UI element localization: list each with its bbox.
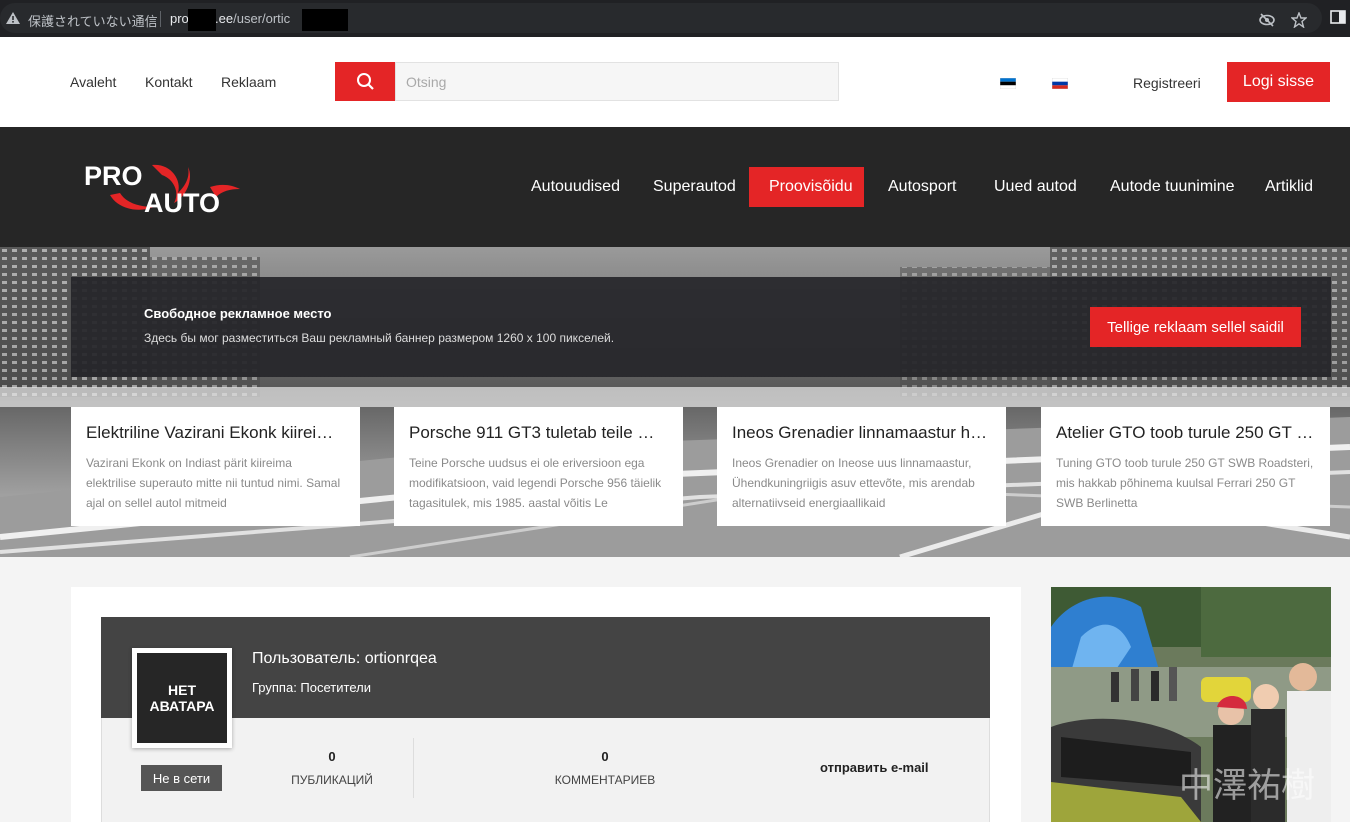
profile-header bbox=[101, 617, 990, 718]
nav-item-test-drives[interactable]: Proovisõidu bbox=[749, 167, 864, 207]
login-button[interactable]: Logi sisse bbox=[1227, 62, 1330, 102]
news-card[interactable]: Elektriline Vazirani Ekonk kiireim India… bbox=[71, 407, 360, 526]
bookmark-star-icon[interactable] bbox=[1291, 12, 1307, 28]
ad-banner: Свободное рекламное место Здесь бы мог р… bbox=[71, 277, 1331, 377]
stats-divider bbox=[413, 738, 414, 798]
ad-title: Свободное рекламное место bbox=[144, 306, 332, 321]
watermark: 中澤祐樹 bbox=[1179, 766, 1315, 806]
address-bar[interactable]: 保護されていない通信 pro o.ee/user/ortic bbox=[0, 3, 1322, 33]
eye-off-icon[interactable] bbox=[1259, 12, 1275, 28]
news-card-excerpt: Tuning GTO toob turule 250 GT SWB Roadst… bbox=[1056, 456, 1314, 510]
comments-count: 0 bbox=[601, 749, 609, 764]
url-separator bbox=[160, 11, 161, 27]
news-card[interactable]: Atelier GTO toob turule 250 GT SWB Tunin… bbox=[1041, 407, 1330, 526]
search-input[interactable] bbox=[395, 62, 839, 101]
no-avatar-placeholder: НЕТ АВАТАРА bbox=[137, 653, 227, 743]
news-card[interactable]: Porsche 911 GT3 tuletab teile meelde Tei… bbox=[394, 407, 683, 526]
warning-icon bbox=[6, 12, 20, 24]
russian-flag-icon[interactable] bbox=[1052, 78, 1068, 89]
news-card-title[interactable]: Porsche 911 GT3 tuletab teile meelde bbox=[409, 423, 668, 443]
top-link-contact[interactable]: Kontakt bbox=[145, 74, 192, 90]
posts-label: ПУБЛИКАЦИЙ bbox=[291, 773, 373, 787]
site-logo[interactable]: PRO AUTO bbox=[82, 157, 247, 218]
main-navigation: PRO AUTO Autouudised Superautod Proovisõ… bbox=[0, 127, 1350, 247]
logo-graphic: PRO AUTO bbox=[84, 161, 240, 218]
posts-count: 0 bbox=[328, 749, 336, 764]
sidebar-banner-image[interactable]: 中澤祐樹 bbox=[1051, 587, 1331, 822]
nav-item-motorsport[interactable]: Autosport bbox=[868, 167, 976, 207]
search-icon bbox=[357, 73, 374, 90]
status-badge: Не в сети bbox=[141, 765, 222, 791]
redaction bbox=[302, 9, 348, 31]
svg-text:AUTO: AUTO bbox=[144, 188, 220, 217]
ad-text: Здесь бы мог разместиться Ваш рекламный … bbox=[144, 331, 615, 345]
nav-item-car-news[interactable]: Autouudised bbox=[511, 167, 640, 207]
news-card-title[interactable]: Ineos Grenadier linnamaastur hakkab bbox=[732, 423, 991, 443]
send-email-link[interactable]: отправить e-mail bbox=[820, 760, 929, 775]
news-card-excerpt: Vazirani Ekonk on Indiast pärit kiireima… bbox=[86, 456, 341, 510]
news-card-title[interactable]: Elektriline Vazirani Ekonk kiireim India… bbox=[86, 423, 345, 443]
nav-item-articles[interactable]: Artiklid bbox=[1245, 167, 1333, 207]
comments-label: КОММЕНТАРИЕВ bbox=[554, 773, 656, 787]
news-card-excerpt: Teine Porsche uudsus ei ole eriversioon … bbox=[409, 456, 662, 510]
news-card-excerpt: Ineos Grenadier on Ineose uus linnamaast… bbox=[732, 456, 975, 510]
avatar: НЕТ АВАТАРА bbox=[132, 648, 232, 748]
side-panel-icon[interactable] bbox=[1330, 9, 1346, 25]
security-status[interactable]: 保護されていない通信 bbox=[28, 11, 158, 30]
hero-section: Свободное рекламное место Здесь бы мог р… bbox=[0, 247, 1350, 557]
top-link-advertising[interactable]: Reklaam bbox=[221, 74, 276, 90]
nav-item-tuning[interactable]: Autode tuunimine bbox=[1090, 167, 1255, 207]
redaction bbox=[188, 9, 216, 31]
profile-username: Пользователь: ortionrqea bbox=[252, 650, 437, 667]
svg-text:PRO: PRO bbox=[84, 161, 143, 191]
top-header: Avaleht Kontakt Reklaam Registreeri Logi… bbox=[0, 37, 1350, 127]
order-ad-button[interactable]: Tellige reklaam sellel saidil bbox=[1090, 307, 1301, 347]
news-card[interactable]: Ineos Grenadier linnamaastur hakkab Ineo… bbox=[717, 407, 1006, 526]
event-photo: 中澤祐樹 bbox=[1051, 587, 1331, 822]
news-card-title[interactable]: Atelier GTO toob turule 250 GT SWB bbox=[1056, 423, 1315, 443]
search-button[interactable] bbox=[335, 62, 395, 101]
register-link[interactable]: Registreeri bbox=[1133, 75, 1201, 91]
estonian-flag-icon[interactable] bbox=[1000, 78, 1016, 89]
profile-group: Группа: Посетители bbox=[252, 680, 371, 695]
top-link-home[interactable]: Avaleht bbox=[70, 74, 116, 90]
nav-item-new-cars[interactable]: Uued autod bbox=[974, 167, 1097, 207]
browser-toolbar: 保護されていない通信 pro o.ee/user/ortic bbox=[0, 0, 1350, 37]
nav-item-supercars[interactable]: Superautod bbox=[633, 167, 756, 207]
